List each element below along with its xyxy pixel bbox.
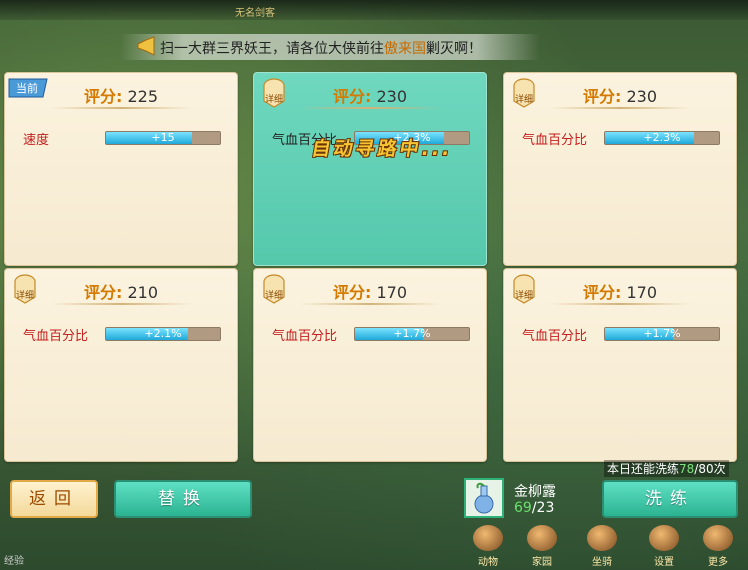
bottom-menu-bar: 动物 家园 坐骑 设置 更多 <box>466 514 748 570</box>
card-score: 评分: 170 <box>504 279 736 303</box>
bottom-menu-item[interactable]: 家园 <box>520 525 564 568</box>
bottom-left-label: 经验 <box>4 556 24 567</box>
bottom-menu-item[interactable]: 动物 <box>466 525 510 568</box>
back-button[interactable]: 返回 <box>10 480 98 518</box>
attribute-card[interactable]: 详细 评分: 210 气血百分比 +2.1% <box>4 268 238 462</box>
card-divider <box>51 107 191 109</box>
score-label: 评分: <box>332 283 372 302</box>
wash-remaining-count: 78 <box>679 462 695 476</box>
stat-label: 气血百分比 <box>272 329 338 344</box>
menu-item-label: 动物 <box>478 557 498 568</box>
card-divider <box>550 303 690 305</box>
card-score: 评分: 230 <box>504 83 736 107</box>
notice-highlight[interactable]: 傲来国 <box>384 41 426 57</box>
top-status-strip: 无名剑客 <box>0 0 748 20</box>
vase-icon <box>474 482 494 514</box>
score-value: 225 <box>127 87 159 106</box>
wash-button[interactable]: 洗练 <box>602 480 738 518</box>
score-value: 170 <box>376 283 408 302</box>
score-value: 210 <box>127 283 159 302</box>
menu-icon <box>649 525 679 551</box>
notice-suffix: 剿灭啊！ <box>426 41 482 57</box>
wash-remaining-prefix: 本日还能洗练 <box>607 462 680 476</box>
wash-remaining-info: 本日还能洗练78/80次 <box>604 460 729 477</box>
stat-bar: +1.7% <box>604 327 720 341</box>
attribute-card[interactable]: 详细 评分: 170 气血百分比 +1.7% <box>503 268 737 462</box>
stat-value: +2.3% <box>643 131 681 144</box>
attribute-card[interactable]: 详细 评分: 170 气血百分比 +1.7% <box>253 268 487 462</box>
card-score: 评分: 170 <box>254 279 486 303</box>
score-value: 170 <box>626 283 658 302</box>
stat-label: 气血百分比 <box>23 329 89 344</box>
menu-item-label: 家园 <box>532 557 552 568</box>
card-score: 评分: 210 <box>5 279 237 303</box>
stat-value: +2.1% <box>144 327 182 340</box>
card-score: 评分: 230 <box>254 83 486 107</box>
score-label: 评分: <box>83 87 123 106</box>
menu-icon <box>703 525 733 551</box>
stat-bar: +1.7% <box>354 327 470 341</box>
attribute-card[interactable]: 详细 评分: 230 气血百分比 +2.3% <box>253 72 487 266</box>
score-label: 评分: <box>332 87 372 106</box>
stat-label: 速度 <box>23 133 50 148</box>
replace-button[interactable]: 替换 <box>114 480 252 518</box>
menu-item-label: 坐骑 <box>592 557 612 568</box>
score-label: 评分: <box>83 283 123 302</box>
card-divider <box>300 303 440 305</box>
card-divider <box>51 303 191 305</box>
stat-label: 气血百分比 <box>522 329 588 344</box>
bottom-menu-item[interactable]: 坐骑 <box>580 525 624 568</box>
wash-remaining-total: /80次 <box>694 462 726 476</box>
stat-bar: +2.3% <box>604 131 720 145</box>
score-value: 230 <box>626 87 658 106</box>
menu-icon <box>473 525 503 551</box>
notice-text: 扫一大群三界妖王，请各位大侠前往傲来国剿灭啊！ <box>160 38 482 58</box>
score-value: 230 <box>376 87 408 106</box>
attribute-card[interactable]: 当前 评分: 225 速度 +15 <box>4 72 238 266</box>
item-slot[interactable] <box>464 478 504 518</box>
menu-item-label: 设置 <box>654 557 674 568</box>
card-score: 评分: 225 <box>5 83 237 107</box>
menu-icon <box>527 525 557 551</box>
auto-pathfinding-text: 自动寻路中... <box>309 138 455 160</box>
stat-bar: +2.1% <box>105 327 221 341</box>
score-label: 评分: <box>582 283 622 302</box>
stat-value: +1.7% <box>643 327 681 340</box>
bottom-menu-item[interactable]: 更多 <box>696 525 740 568</box>
player-name: 无名剑客 <box>235 8 275 19</box>
stat-value: +1.7% <box>393 327 431 340</box>
horn-icon <box>137 36 155 56</box>
stat-value: +15 <box>151 131 175 144</box>
score-label: 评分: <box>582 87 622 106</box>
card-divider <box>300 107 440 109</box>
menu-icon <box>587 525 617 551</box>
card-divider <box>550 107 690 109</box>
stat-bar: +15 <box>105 131 221 145</box>
item-name: 金柳露 <box>514 484 556 500</box>
stat-label: 气血百分比 <box>522 133 588 148</box>
bottom-menu-item[interactable]: 设置 <box>642 525 686 568</box>
menu-item-label: 更多 <box>708 557 728 568</box>
attribute-card[interactable]: 详细 评分: 230 气血百分比 +2.3% <box>503 72 737 266</box>
notice-prefix: 扫一大群三界妖王，请各位大侠前往 <box>160 41 384 57</box>
